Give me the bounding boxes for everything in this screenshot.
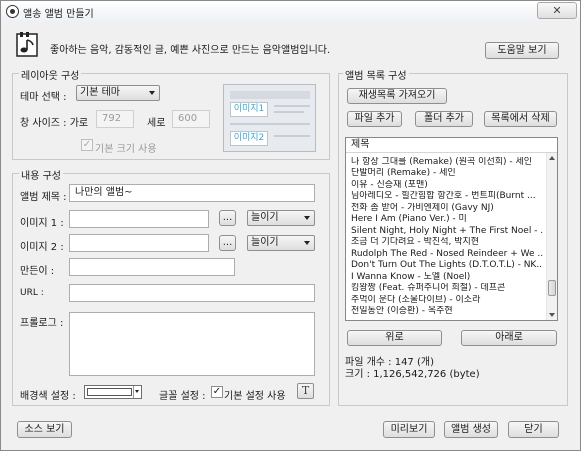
list-item[interactable]: I Wanna Know - 노엘 (Noel) [351,272,543,283]
header-description: 좋아하는 음악, 감동적인 글, 예쁜 사진으로 만드는 음악앨범입니다. [50,45,331,56]
list-item[interactable]: 이유 - 신승재 (포맨) [351,180,543,191]
list-item[interactable]: Silent Night, Holy Night + The First Noe… [351,226,543,237]
height-input[interactable]: 600 [172,110,210,128]
total-size: 크기 : 1,126,542,726 (byte) [345,369,480,380]
theme-select-value: 기본 테마 [80,87,120,98]
music-album-logo-icon [16,32,38,57]
move-down-button[interactable]: 아래로 [461,330,557,346]
list-item[interactable]: Don't Turn Out The Lights (D.T.O.T.L) - … [351,260,543,271]
preview-image1: 이미지1 [230,102,268,117]
theme-select[interactable]: 기본 테마 [76,85,160,101]
add-file-button[interactable]: 파일 추가 [347,111,402,127]
preview-line [230,123,310,125]
close-button[interactable]: 닫기 [508,421,559,438]
title-bar: 앨송 앨범 만들기 ✕ [1,1,580,21]
image1-input[interactable] [69,210,209,228]
font-settings-icon[interactable]: T [297,383,314,399]
height-label: 세로 [147,118,166,129]
image2-mode-value: 늘이기 [251,237,279,248]
list-item[interactable]: 천일동안 (이승환) - 옥주현 [351,306,543,317]
chevron-down-icon [149,91,155,95]
window-title: 앨송 앨범 만들기 [23,9,94,20]
chevron-down-icon [304,241,310,245]
view-source-button[interactable]: 소스 보기 [17,421,72,438]
image2-input[interactable] [69,234,209,252]
add-folder-button[interactable]: 폴더 추가 [415,111,473,127]
remove-from-list-button[interactable]: 목록에서 삭제 [484,111,557,127]
load-playlist-button[interactable]: 재생목록 가져오기 [347,88,447,104]
album-list-group-title: 앨범 목록 구성 [343,67,409,82]
scroll-up-icon[interactable] [549,156,555,160]
app-icon [6,5,19,18]
bgcolor-label: 배경색 설정 : [20,391,76,402]
width-input[interactable]: 792 [96,110,134,128]
list-item[interactable]: 나 항상 그대를 (Remake) (원곡 이선희) - 세인 [351,157,543,168]
list-item[interactable]: Rudolph The Red - Nosed Reindeer + We ..… [351,249,543,260]
list-item[interactable]: Here I Am (Piano Ver.) - 미 [351,214,543,225]
chevron-down-icon [304,216,310,220]
list-item[interactable]: 조금 더 기다려요 - 박진석, 박지현 [351,237,543,248]
content-group-title: 내용 구성 [19,167,63,182]
preview-image2: 이미지2 [230,131,268,146]
scroll-down-icon[interactable] [549,313,555,317]
list-item[interactable]: 킹왕짱 (Feat. 슈퍼주니어 희철) - 데프콘 [351,283,543,294]
image1-browse-button[interactable]: ... [219,210,236,226]
list-item[interactable]: 전화 좀 받어 - 가비엔제이 (Gavy NJ) [351,203,543,214]
bgcolor-picker[interactable] [84,385,142,399]
bgcolor-dropdown [133,386,140,398]
list-item[interactable]: 님아레디오 - 힐간힘합 항간호 - 번트피(Burnt ... [351,191,543,202]
album-title-label: 앨범 제목 : [20,192,67,203]
image2-label: 이미지 2 : [20,242,64,253]
window-size-label: 창 사이즈 : 가로 [20,118,89,129]
bgcolor-swatch [87,388,132,396]
album-maker-window: 앨송 앨범 만들기 ✕ 좋아하는 음악, 감동적인 글, 예쁜 사진으로 만드는… [0,0,581,451]
prologue-label: 프롤로그 : [20,318,64,329]
preview-line [274,111,304,113]
url-label: URL : [20,288,44,298]
image1-mode-select[interactable]: 늘이기 [247,210,315,226]
layout-group-title: 레이아웃 구성 [19,67,82,82]
image1-label: 이미지 1 : [20,218,64,229]
list-item[interactable]: 단발머리 (Remake) - 세인 [351,168,543,179]
font-default-label: 기본 설정 사용 [224,391,286,402]
font-default-checkbox[interactable]: ✓ [211,386,223,398]
image1-mode-value: 늘이기 [251,212,279,223]
layout-preview: 이미지1 이미지2 [223,84,316,152]
preview-line [274,105,310,107]
url-input[interactable] [69,284,315,302]
create-album-button[interactable]: 앨범 생성 [444,421,498,438]
preview-line [274,135,310,137]
image2-browse-button[interactable]: ... [219,235,236,251]
default-size-label: 기본 크기 사용 [95,144,157,155]
maker-input[interactable] [69,258,235,276]
chevron-down-icon [135,390,139,393]
scroll-thumb[interactable] [548,280,556,296]
help-button[interactable]: 도움말 보기 [485,42,559,59]
preview-button[interactable]: 미리보기 [383,421,435,438]
maker-label: 만든이 : [20,266,55,277]
font-label: 글꼴 설정 : [159,391,206,402]
default-size-checkbox[interactable]: ✓ [81,139,93,151]
move-up-button[interactable]: 위로 [347,330,442,346]
album-track-list[interactable]: 제목 나 항상 그대를 (Remake) (원곡 이선희) - 세인 단발머리 … [345,137,558,321]
album-title-input[interactable]: 나만의 앨범~ [69,184,315,202]
close-window-button[interactable]: ✕ [537,2,577,19]
preview-header [230,91,310,99]
list-item[interactable]: 주먹이 운다 (소울다이브) - 이소라 [351,295,543,306]
theme-label: 테마 선택 : [20,92,67,103]
list-column-header[interactable]: 제목 [346,138,557,153]
list-scrollbar[interactable] [546,153,557,320]
prologue-textarea[interactable] [69,312,315,376]
image2-mode-select[interactable]: 늘이기 [247,235,315,251]
